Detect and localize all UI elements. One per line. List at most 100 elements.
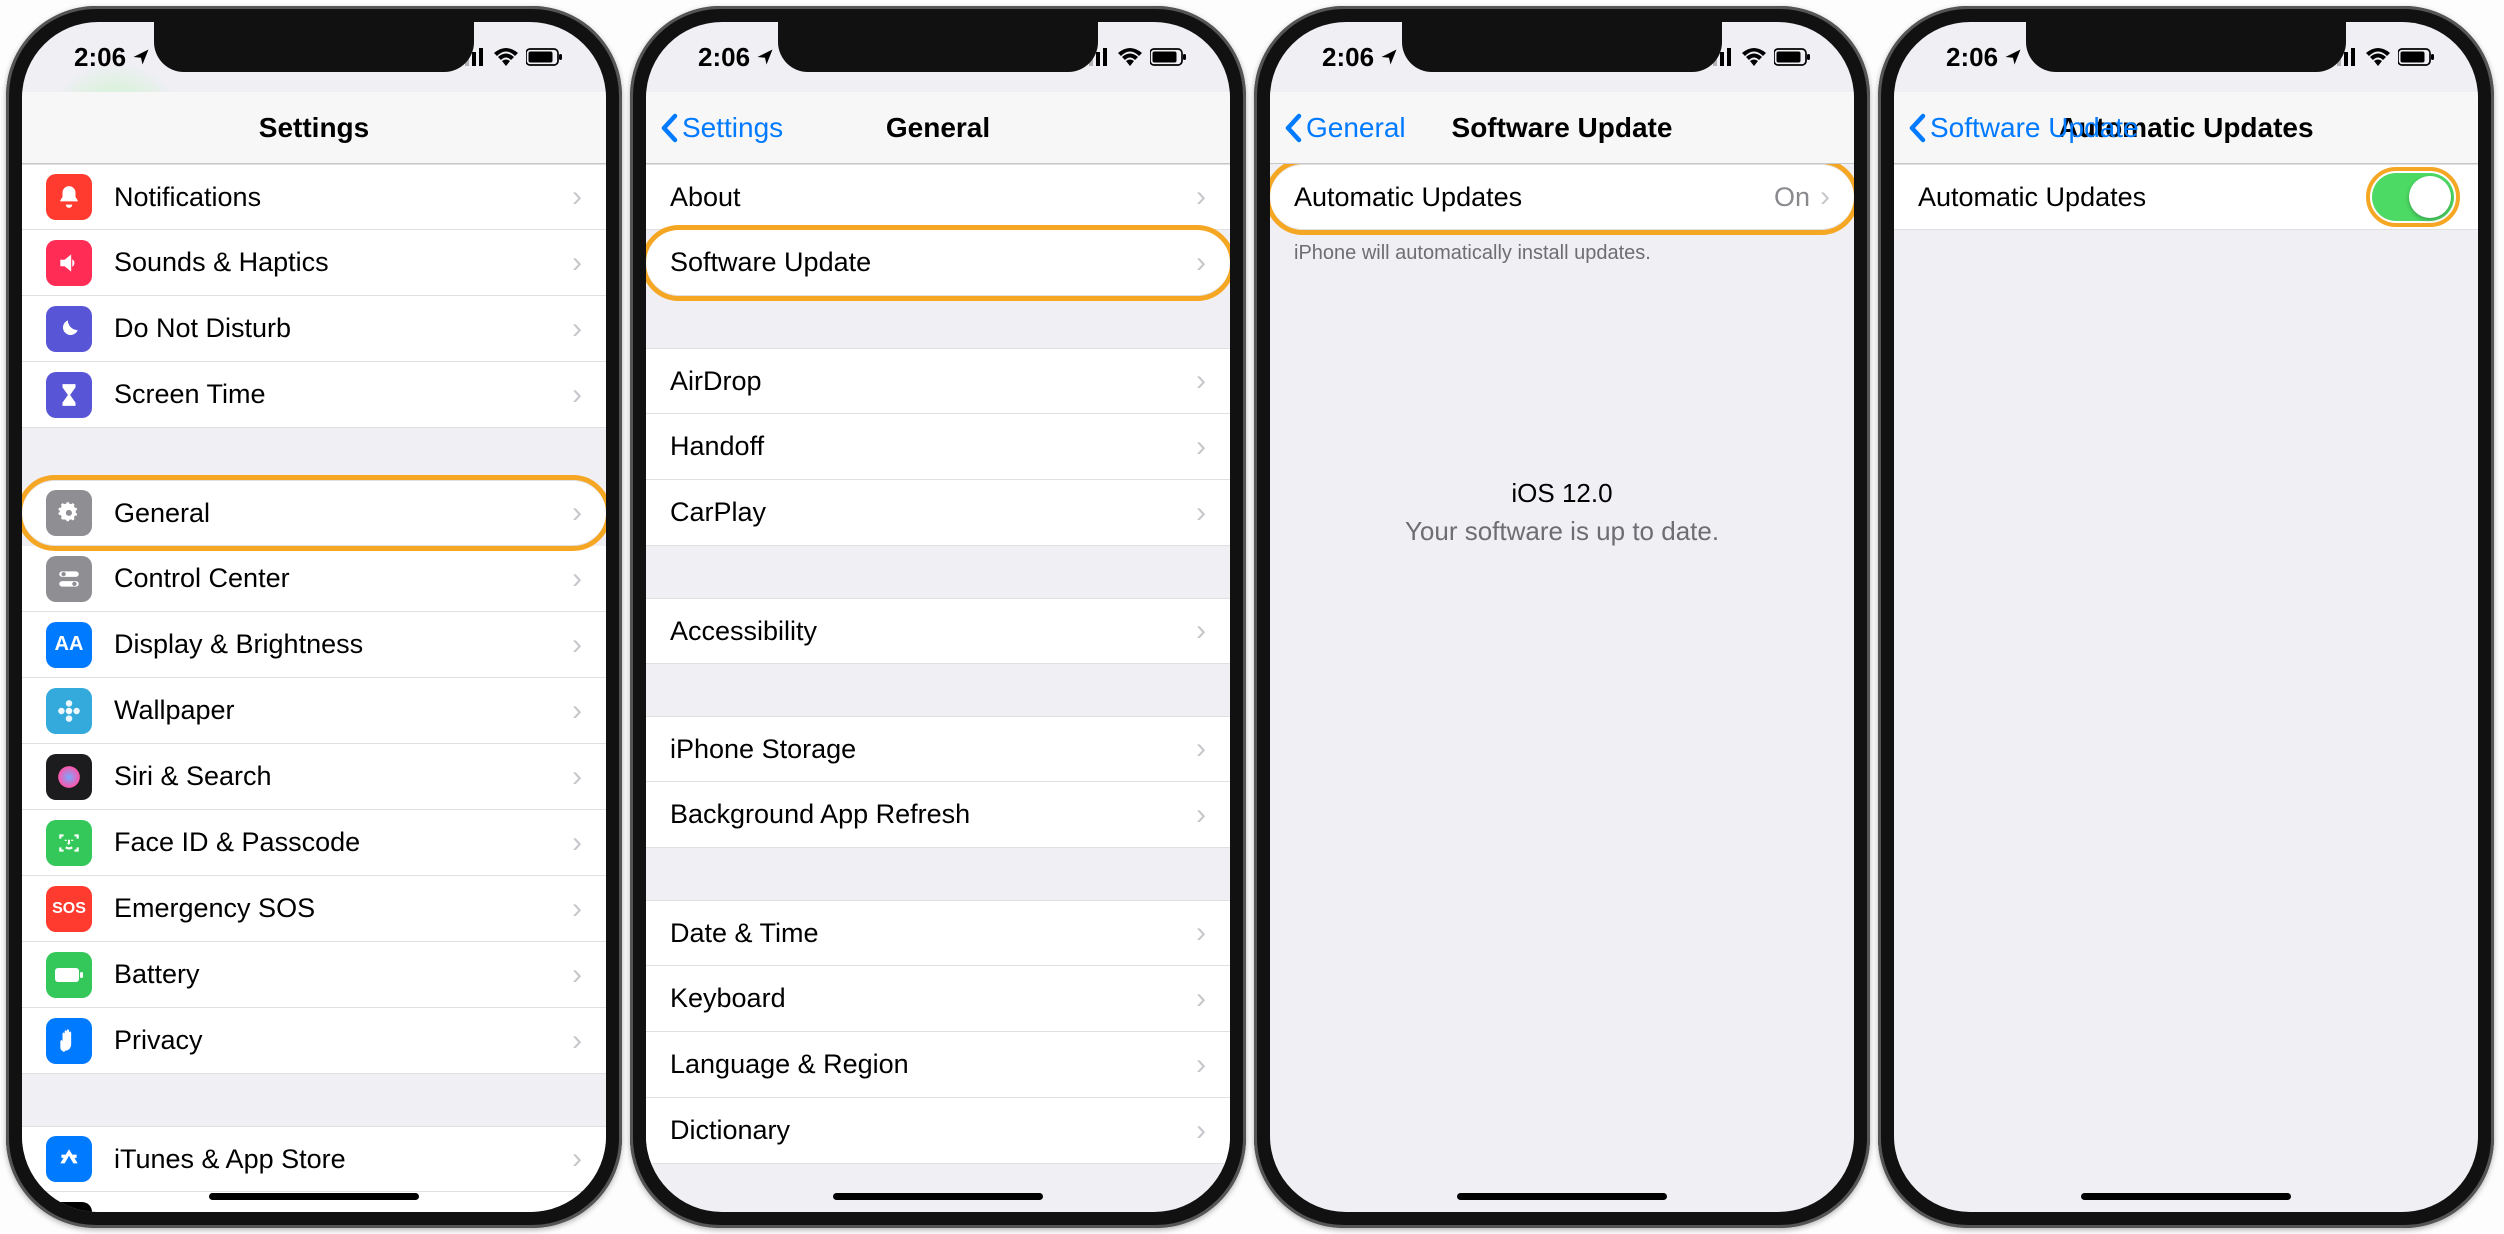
- row-automatic-updates[interactable]: Automatic Updates On ›: [1270, 164, 1854, 230]
- software-update-content: Automatic Updates On › iPhone will autom…: [1270, 164, 1854, 1212]
- row-accessibility[interactable]: Accessibility›: [646, 598, 1230, 664]
- chevron-right-icon: ›: [572, 1142, 582, 1176]
- location-icon: [2004, 48, 2022, 66]
- row-siri-search[interactable]: Siri & Search›: [22, 744, 606, 810]
- row-label: About: [670, 182, 1196, 213]
- chevron-right-icon: ›: [572, 1208, 582, 1213]
- status-time: 2:06: [698, 42, 750, 73]
- row-notifications[interactable]: Notifications›: [22, 164, 606, 230]
- wallet-icon: [46, 1202, 92, 1213]
- row-privacy[interactable]: Privacy›: [22, 1008, 606, 1074]
- row-label: Handoff: [670, 431, 1196, 462]
- ios-version: iOS 12.0: [1270, 475, 1854, 513]
- row-battery[interactable]: Battery›: [22, 942, 606, 1008]
- general-list[interactable]: About›Software Update›AirDrop›Handoff›Ca…: [646, 164, 1230, 1212]
- phone-frame-4: 2:06 Software Update Automatic Updates A…: [1878, 6, 2494, 1228]
- battery-icon: [2398, 48, 2436, 66]
- row-label: Software Update: [670, 247, 1196, 278]
- settings-list[interactable]: Notifications›Sounds & Haptics›Do Not Di…: [22, 164, 606, 1212]
- status-time: 2:06: [74, 42, 126, 73]
- row-iphone-storage[interactable]: iPhone Storage›: [646, 716, 1230, 782]
- row-label: Keyboard: [670, 983, 1196, 1014]
- chevron-right-icon: ›: [572, 628, 582, 662]
- row-general[interactable]: General›: [22, 480, 606, 546]
- row-label: Language & Region: [670, 1049, 1196, 1080]
- notch: [1402, 22, 1722, 72]
- chevron-right-icon: ›: [572, 694, 582, 728]
- row-itunes-app-store[interactable]: iTunes & App Store›: [22, 1126, 606, 1192]
- screen-automatic-updates: 2:06 Software Update Automatic Updates A…: [1894, 22, 2478, 1212]
- row-label: Automatic Updates: [1294, 182, 1774, 213]
- row-label: Battery: [114, 959, 572, 990]
- chevron-right-icon: ›: [572, 562, 582, 596]
- row-label: Notifications: [114, 182, 572, 213]
- row-screen-time[interactable]: Screen Time›: [22, 362, 606, 428]
- status-time: 2:06: [1946, 42, 1998, 73]
- chevron-right-icon: ›: [572, 180, 582, 214]
- home-indicator[interactable]: [1457, 1193, 1667, 1200]
- notch: [778, 22, 1098, 72]
- automatic-updates-content: Automatic Updates: [1894, 164, 2478, 1212]
- row-automatic-updates-toggle[interactable]: Automatic Updates: [1894, 164, 2478, 230]
- chevron-right-icon: ›: [1820, 180, 1830, 214]
- row-control-center[interactable]: Control Center›: [22, 546, 606, 612]
- chevron-right-icon: ›: [572, 1024, 582, 1058]
- row-label: Emergency SOS: [114, 893, 572, 924]
- location-icon: [1380, 48, 1398, 66]
- row-date-time[interactable]: Date & Time›: [646, 900, 1230, 966]
- row-handoff[interactable]: Handoff›: [646, 414, 1230, 480]
- nav-bar: Settings General: [646, 92, 1230, 164]
- row-face-id-passcode[interactable]: Face ID & Passcode›: [22, 810, 606, 876]
- update-status: iOS 12.0 Your software is up to date.: [1270, 475, 1854, 550]
- back-button[interactable]: General: [1284, 112, 1406, 144]
- row-keyboard[interactable]: Keyboard›: [646, 966, 1230, 1032]
- row-airdrop[interactable]: AirDrop›: [646, 348, 1230, 414]
- footer-text: iPhone will automatically install update…: [1270, 230, 1854, 265]
- row-dictionary[interactable]: Dictionary›: [646, 1098, 1230, 1164]
- home-indicator[interactable]: [2081, 1193, 2291, 1200]
- chevron-right-icon: ›: [1196, 1114, 1206, 1148]
- flower-icon: [46, 688, 92, 734]
- row-label: Automatic Updates: [1918, 182, 2372, 213]
- screen-general: 2:06 Settings General About›Software Upd…: [646, 22, 1230, 1212]
- row-background-app-refresh[interactable]: Background App Refresh›: [646, 782, 1230, 848]
- home-indicator[interactable]: [209, 1193, 419, 1200]
- switches-icon: [46, 556, 92, 602]
- battery-icon: [1150, 48, 1188, 66]
- back-button[interactable]: Software Update: [1908, 112, 2139, 144]
- nav-bar: Software Update Automatic Updates: [1894, 92, 2478, 164]
- chevron-right-icon: ›: [572, 496, 582, 530]
- row-software-update[interactable]: Software Update›: [646, 230, 1230, 296]
- siri-icon: [46, 754, 92, 800]
- row-about[interactable]: About›: [646, 164, 1230, 230]
- update-message: Your software is up to date.: [1270, 513, 1854, 551]
- chevron-right-icon: ›: [1196, 1048, 1206, 1082]
- back-label: Software Update: [1930, 112, 2139, 144]
- speaker-icon: [46, 240, 92, 286]
- moon-icon: [46, 306, 92, 352]
- row-carplay[interactable]: CarPlay›: [646, 480, 1230, 546]
- row-label: AirDrop: [670, 366, 1196, 397]
- row-do-not-disturb[interactable]: Do Not Disturb›: [22, 296, 606, 362]
- phone-frame-3: 2:06 General Software Update Automatic U…: [1254, 6, 1870, 1228]
- gear-icon: [46, 490, 92, 536]
- sos-icon: SOS: [46, 886, 92, 932]
- screen-software-update: 2:06 General Software Update Automatic U…: [1270, 22, 1854, 1212]
- row-display-brightness[interactable]: AADisplay & Brightness›: [22, 612, 606, 678]
- battery-icon: [526, 48, 564, 66]
- row-label: CarPlay: [670, 497, 1196, 528]
- wifi-icon: [494, 48, 518, 66]
- hourglass-icon: [46, 372, 92, 418]
- chevron-right-icon: ›: [572, 826, 582, 860]
- home-indicator[interactable]: [833, 1193, 1043, 1200]
- screen-settings: 2:06 Settings Notifications›Sounds & H: [22, 22, 606, 1212]
- back-button[interactable]: Settings: [660, 112, 783, 144]
- chevron-right-icon: ›: [572, 378, 582, 412]
- row-emergency-sos[interactable]: SOSEmergency SOS›: [22, 876, 606, 942]
- row-language-region[interactable]: Language & Region›: [646, 1032, 1230, 1098]
- row-sounds-haptics[interactable]: Sounds & Haptics›: [22, 230, 606, 296]
- nav-bar: General Software Update: [1270, 92, 1854, 164]
- toggle-switch[interactable]: [2372, 173, 2454, 221]
- row-wallpaper[interactable]: Wallpaper›: [22, 678, 606, 744]
- page-title: Settings: [259, 112, 369, 144]
